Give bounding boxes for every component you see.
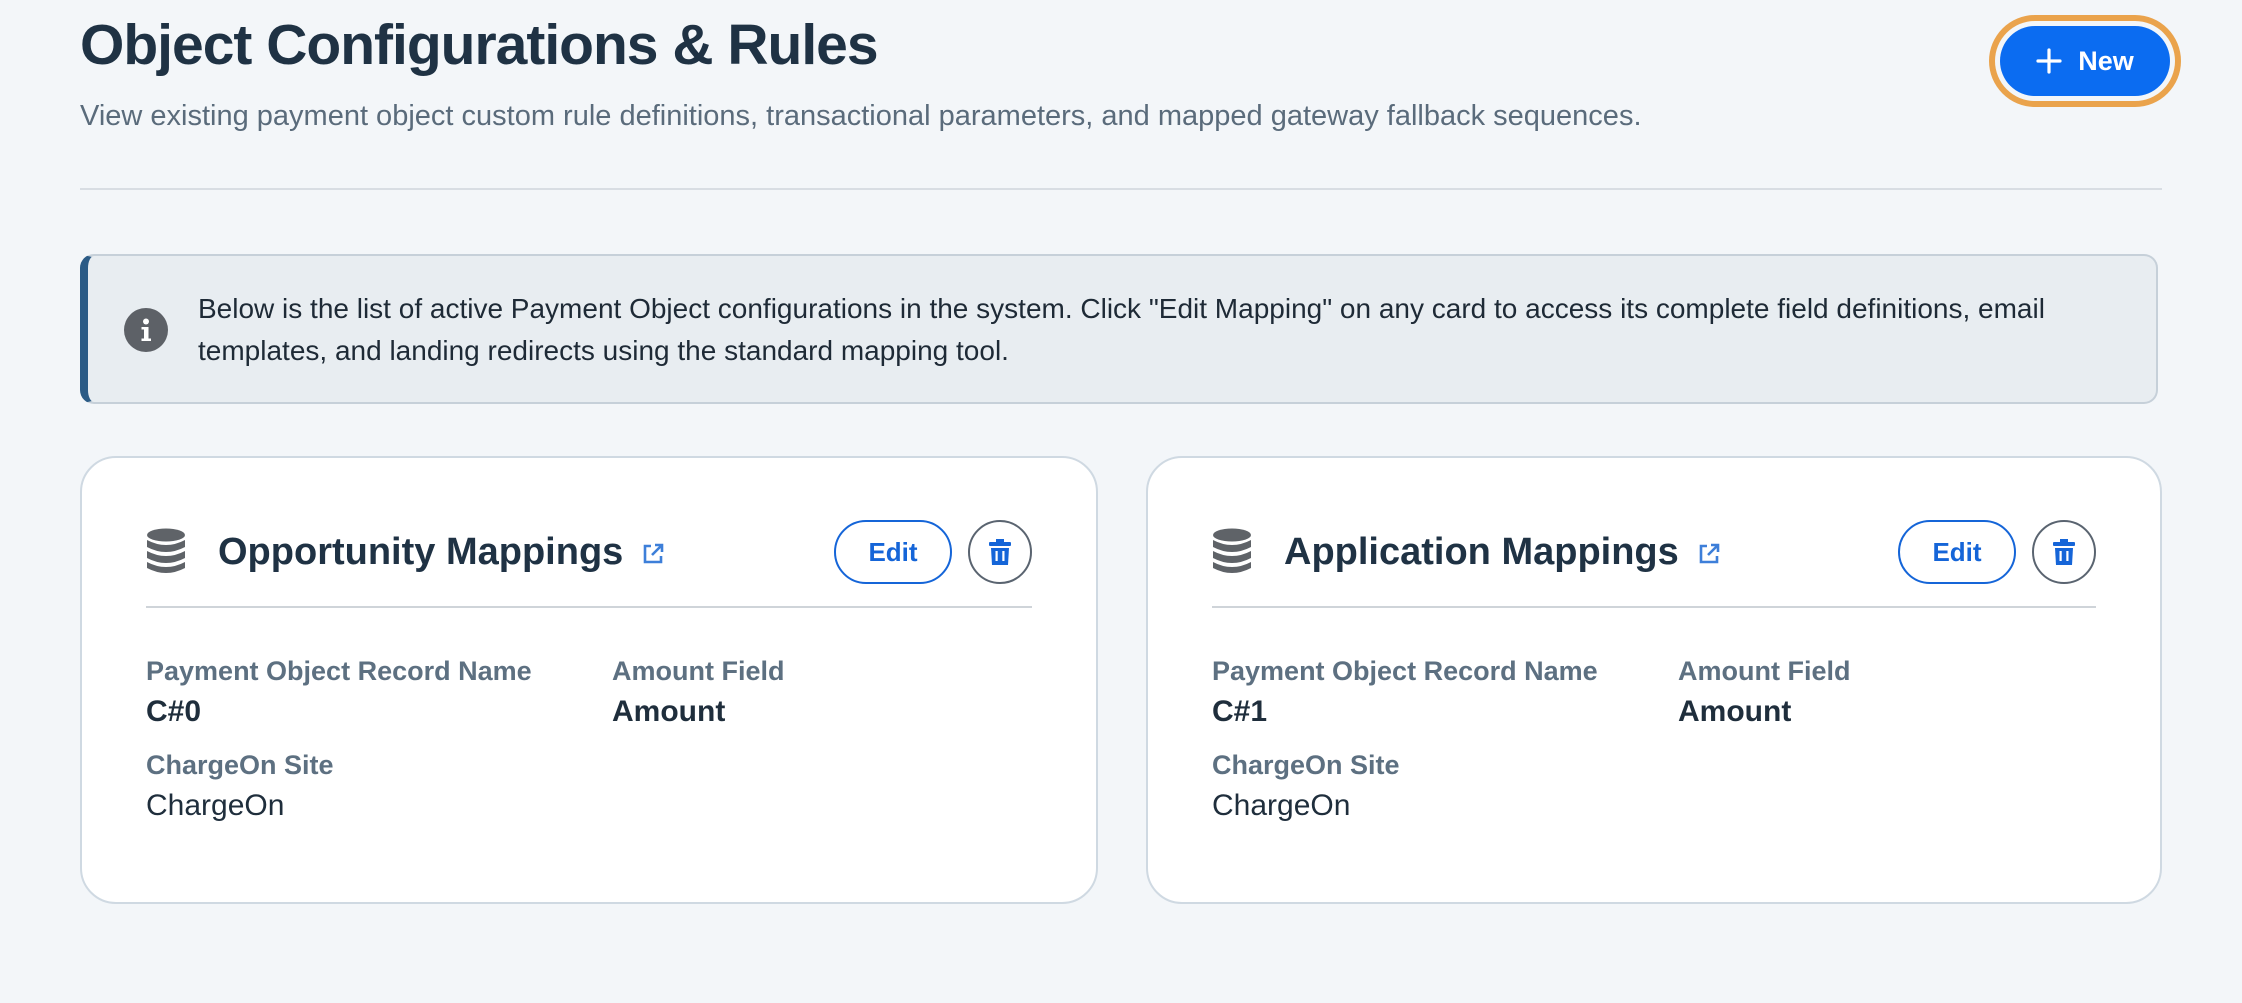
card-title[interactable]: Application Mappings [1284, 526, 1721, 578]
field-site: ChargeOn Site ChargeOn [146, 748, 334, 826]
new-button-label: New [2078, 45, 2134, 76]
database-icon [1213, 528, 1251, 573]
field-value: ChargeOn [146, 789, 285, 822]
field-value: Amount [612, 695, 726, 728]
field-label: ChargeOn Site [146, 750, 334, 780]
external-link-icon[interactable] [1697, 542, 1721, 566]
field-site: ChargeOn Site ChargeOn [1212, 748, 1400, 826]
edit-button[interactable]: Edit [1898, 520, 2016, 584]
mapping-card: Application Mappings Edit Payment Object… [1146, 456, 2162, 904]
page-subtitle: View existing payment object custom rule… [80, 100, 1642, 132]
field-record-name: Payment Object Record Name C#1 [1212, 654, 1598, 732]
field-amount: Amount Field Amount [612, 654, 784, 732]
card-title-text: Opportunity Mappings [218, 531, 624, 573]
card-title[interactable]: Opportunity Mappings [218, 526, 665, 578]
field-value: C#1 [1212, 695, 1268, 728]
info-banner-text: Below is the list of active Payment Obje… [198, 293, 2045, 366]
delete-button[interactable] [2032, 520, 2096, 584]
field-label: Amount Field [1678, 656, 1851, 686]
new-button[interactable]: New [2000, 26, 2170, 96]
trash-icon [2053, 539, 2075, 565]
field-label: ChargeOn Site [1212, 750, 1400, 780]
field-value: C#0 [146, 695, 202, 728]
card-header: Opportunity Mappings Edit [146, 520, 1032, 608]
field-label: Amount Field [612, 656, 785, 686]
trash-icon [989, 539, 1011, 565]
database-icon [147, 528, 185, 573]
delete-button[interactable] [968, 520, 1032, 584]
card-header: Application Mappings Edit [1212, 520, 2096, 608]
mapping-card: Opportunity Mappings Edit Payment Object… [80, 456, 1098, 904]
edit-button[interactable]: Edit [834, 520, 952, 584]
info-banner: Below is the list of active Payment Obje… [80, 254, 2158, 404]
info-icon [124, 308, 168, 352]
plus-icon [2036, 48, 2062, 74]
mapping-cards: Opportunity Mappings Edit Payment Object… [80, 456, 2162, 906]
page-header: Object Configurations & Rules View exist… [80, 0, 2170, 190]
field-amount: Amount Field Amount [1678, 654, 1850, 732]
card-title-text: Application Mappings [1284, 531, 1679, 573]
field-label: Payment Object Record Name [1212, 656, 1598, 686]
field-value: Amount [1678, 695, 1792, 728]
field-value: ChargeOn [1212, 789, 1351, 822]
page-title: Object Configurations & Rules [80, 13, 879, 77]
field-record-name: Payment Object Record Name C#0 [146, 654, 532, 732]
field-label: Payment Object Record Name [146, 656, 532, 686]
external-link-icon[interactable] [641, 542, 665, 566]
page: Object Configurations & Rules View exist… [80, 0, 2170, 904]
